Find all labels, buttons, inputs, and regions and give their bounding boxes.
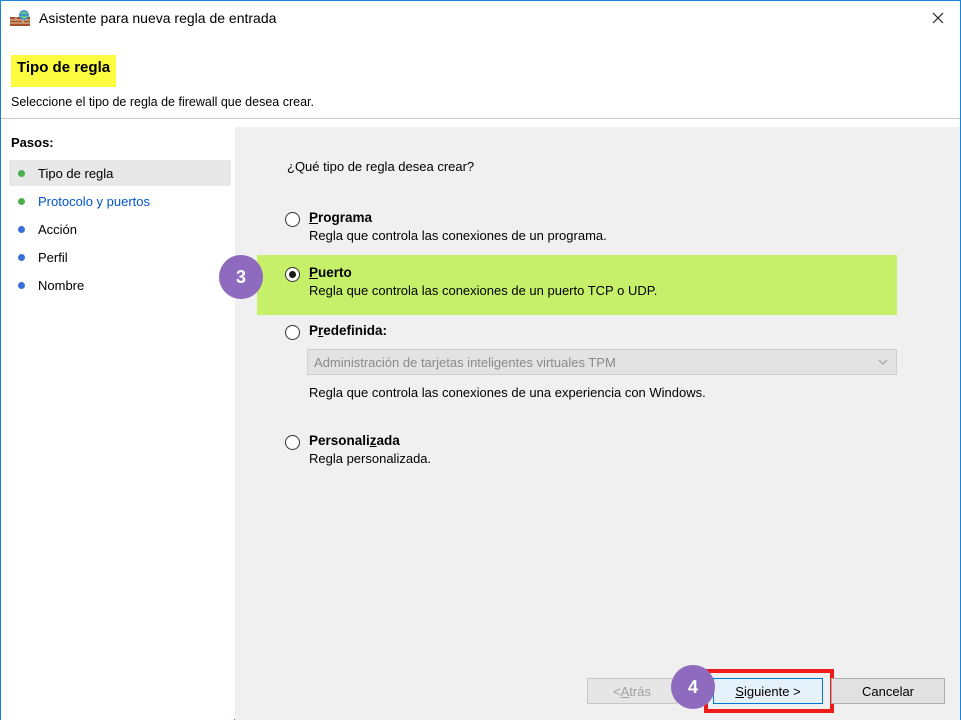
radio-programa[interactable] — [285, 212, 300, 227]
step-badge-4: 4 — [671, 665, 715, 709]
page-title: Tipo de regla — [11, 55, 117, 87]
window-title: Asistente para nueva regla de entrada — [39, 10, 277, 26]
option-personalizada[interactable]: Personalizada Regla personalizada. — [257, 427, 897, 473]
close-button[interactable] — [916, 1, 960, 35]
wizard-header: Tipo de regla Seleccione el tipo de regl… — [1, 35, 960, 119]
option-programa[interactable]: Programa Regla que controla las conexion… — [257, 203, 897, 249]
cancel-button[interactable]: Cancelar — [831, 678, 945, 704]
step-accion: Acción — [9, 216, 231, 242]
option-title: Personalizada — [309, 433, 400, 448]
option-description: Regla que controla las conexiones de un … — [309, 283, 658, 298]
step-label: Tipo de regla — [38, 165, 114, 181]
step-label: Nombre — [38, 277, 85, 293]
option-description: Regla personalizada. — [309, 451, 432, 466]
question-label: ¿Qué tipo de regla desea crear? — [287, 159, 475, 174]
option-title: Predefinida: — [309, 323, 388, 338]
step-label: Acción — [38, 221, 78, 237]
step-status-icon — [18, 253, 25, 261]
radio-predefinida[interactable] — [285, 325, 300, 340]
radio-puerto[interactable] — [285, 267, 300, 282]
step-tipo-de-regla[interactable]: Tipo de regla — [9, 160, 231, 186]
step-status-icon — [18, 169, 25, 177]
wizard-content: ¿Qué tipo de regla desea crear? Programa… — [235, 127, 960, 720]
step-protocolo-y-puertos[interactable]: Protocolo y puertos — [9, 188, 231, 214]
wizard-window: Asistente para nueva regla de entrada Ti… — [0, 0, 961, 720]
step-label: Perfil — [38, 249, 68, 265]
steps-sidebar: Pasos: Tipo de regla Protocolo y puertos… — [1, 127, 234, 720]
steps-title: Pasos: — [11, 135, 54, 150]
step-nombre: Nombre — [9, 272, 231, 298]
predefined-rules-select[interactable]: Administración de tarjetas inteligentes … — [307, 349, 897, 375]
option-puerto[interactable]: Puerto Regla que controla las conexiones… — [257, 255, 897, 315]
predefinida-description: Regla que controla las conexiones de una… — [309, 385, 706, 400]
step-status-icon — [18, 225, 25, 233]
option-title: Programa — [309, 210, 373, 225]
step-status-icon — [18, 281, 25, 289]
step-perfil: Perfil — [9, 244, 231, 270]
option-predefinida[interactable]: Predefinida: — [257, 317, 897, 347]
close-icon — [932, 12, 944, 24]
option-title: Puerto — [309, 265, 352, 280]
radio-personalizada[interactable] — [285, 435, 300, 450]
chevron-down-icon — [878, 359, 888, 365]
step-badge-3: 3 — [219, 255, 263, 299]
select-value: Administración de tarjetas inteligentes … — [314, 355, 616, 370]
option-description: Regla que controla las conexiones de un … — [309, 228, 607, 243]
next-button[interactable]: Siguiente > — [713, 678, 823, 704]
step-status-icon — [18, 197, 25, 205]
firewall-icon — [10, 10, 30, 26]
step-label: Protocolo y puertos — [38, 193, 151, 209]
page-subtitle: Seleccione el tipo de regla de firewall … — [11, 95, 314, 109]
back-button[interactable]: < Atrás — [587, 678, 677, 704]
title-bar: Asistente para nueva regla de entrada — [1, 1, 960, 35]
